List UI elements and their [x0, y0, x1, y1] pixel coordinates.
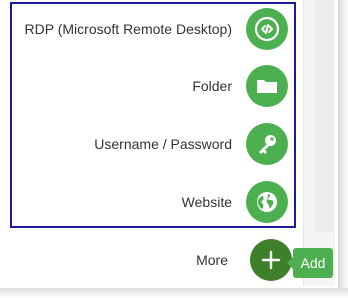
right-edge-shadow	[338, 0, 348, 298]
menu-item-username-password[interactable]: Username / Password	[0, 122, 296, 166]
rdp-icon[interactable]	[246, 8, 288, 50]
plus-icon[interactable]	[250, 239, 292, 281]
menu-item-folder[interactable]: Folder	[0, 64, 296, 108]
menu-item-username-password-label: Username / Password	[94, 136, 232, 152]
add-tooltip: Add	[287, 248, 333, 278]
globe-icon[interactable]	[246, 181, 288, 223]
key-icon[interactable]	[246, 123, 288, 165]
menu-item-folder-label: Folder	[192, 78, 232, 94]
bottom-edge-shadow	[0, 288, 348, 298]
menu-item-more-label: More	[196, 252, 228, 268]
menu-item-website-label: Website	[181, 194, 232, 210]
menu-item-more[interactable]: More	[0, 238, 296, 282]
new-entry-menu: RDP (Microsoft Remote Desktop) Folder Us…	[0, 0, 348, 298]
menu-item-rdp[interactable]: RDP (Microsoft Remote Desktop)	[0, 7, 296, 51]
menu-item-website[interactable]: Website	[0, 180, 296, 224]
side-panel-strip	[315, 0, 334, 232]
folder-icon[interactable]	[246, 65, 288, 107]
menu-item-rdp-label: RDP (Microsoft Remote Desktop)	[24, 21, 232, 37]
add-tooltip-label: Add	[300, 255, 326, 271]
